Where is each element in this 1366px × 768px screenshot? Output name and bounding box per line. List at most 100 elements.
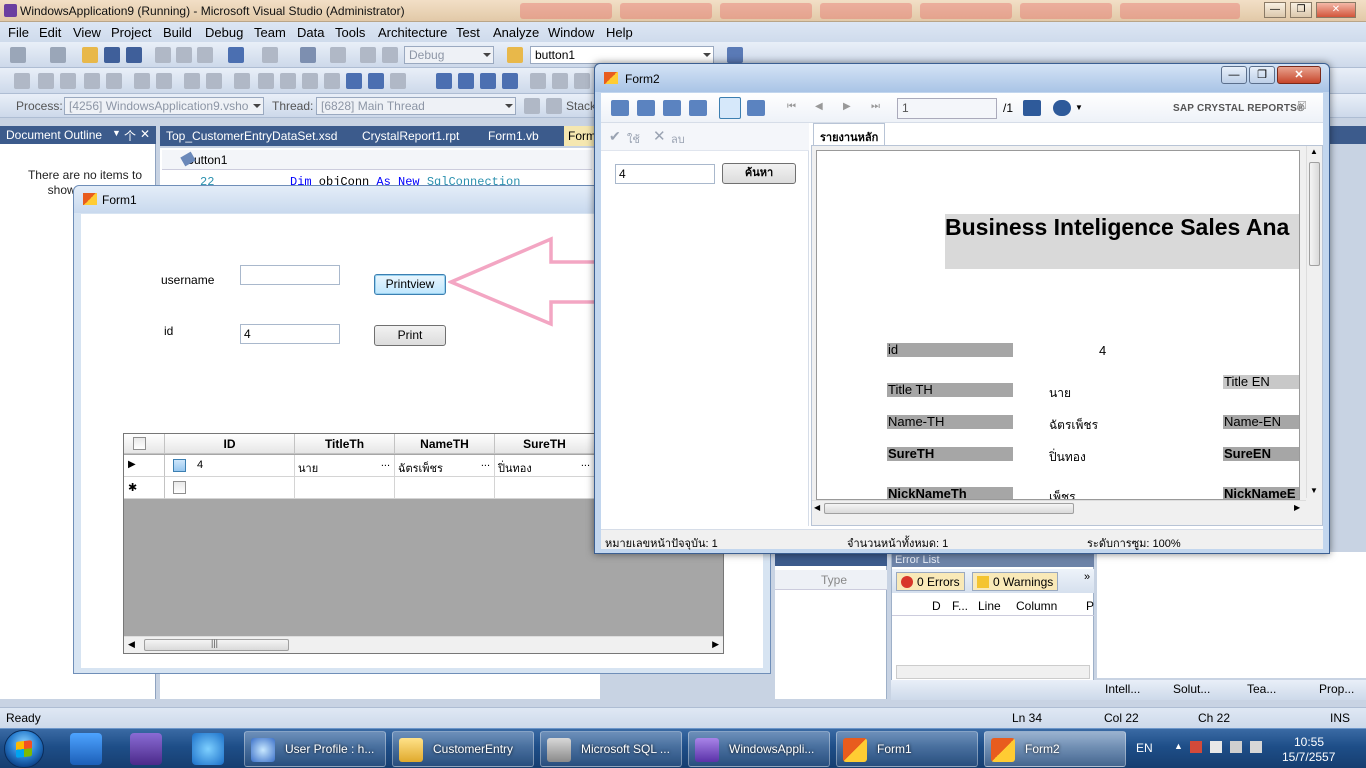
filter-icon[interactable] xyxy=(524,98,540,114)
menu-tools[interactable]: Tools xyxy=(335,25,365,40)
bookmark-icon[interactable] xyxy=(234,73,250,89)
minimize-button[interactable]: — xyxy=(1221,66,1247,84)
menu-file[interactable]: File xyxy=(8,25,29,40)
column-header-sureth[interactable]: SureTH xyxy=(495,434,595,454)
taskbar-item-windowsapplication[interactable]: WindowsAppli... xyxy=(688,731,830,767)
menu-view[interactable]: View xyxy=(73,25,101,40)
close-button[interactable]: ✕ xyxy=(1277,66,1321,84)
report-horizontal-scrollbar[interactable]: ◀ ▶ xyxy=(812,500,1306,516)
bookmark-doc-next-icon[interactable] xyxy=(368,73,384,89)
cell-id[interactable]: 4 xyxy=(197,459,203,471)
close-icon[interactable]: ☒ xyxy=(1297,99,1307,112)
show-hidden-icons-icon[interactable]: ▲ xyxy=(1174,741,1183,751)
page-number-input[interactable]: 1 xyxy=(897,98,997,119)
outdent-icon[interactable] xyxy=(134,73,150,89)
start-icon[interactable] xyxy=(360,47,376,63)
media-player-icon[interactable] xyxy=(70,733,102,765)
navigate-backward-icon[interactable] xyxy=(300,47,316,63)
find-text-icon[interactable] xyxy=(1023,100,1041,116)
find-combo[interactable]: button1 xyxy=(530,46,714,64)
scroll-thumb[interactable] xyxy=(1309,162,1320,266)
zoom-icon[interactable] xyxy=(1053,100,1071,116)
minimize-button[interactable]: — xyxy=(1264,2,1286,18)
delete-label[interactable]: ลบ xyxy=(671,130,685,148)
column-description[interactable]: D xyxy=(932,599,941,613)
column-header-titleth[interactable]: TitleTh xyxy=(295,434,395,454)
cell-titleth[interactable]: นาย... xyxy=(295,455,395,477)
taskbar-item-form1[interactable]: Form1 xyxy=(836,731,978,767)
column-project[interactable]: P xyxy=(1086,599,1094,613)
indent-icon[interactable] xyxy=(156,73,172,89)
id-field[interactable]: 4 xyxy=(240,324,340,344)
scroll-left-icon[interactable]: ◀ xyxy=(814,503,820,512)
report-vertical-scrollbar[interactable]: ▲ ▼ xyxy=(1306,146,1322,498)
find-in-files-icon[interactable] xyxy=(507,47,523,63)
chevron-down-icon[interactable]: ▼ xyxy=(1075,103,1083,112)
show-next-statement-icon[interactable] xyxy=(530,73,546,89)
parameter-field[interactable]: 4 xyxy=(615,164,715,184)
column-line[interactable]: Line xyxy=(978,599,1001,613)
navigate-forward-icon[interactable] xyxy=(330,47,346,63)
bookmark-next-icon[interactable] xyxy=(280,73,296,89)
paste-icon[interactable] xyxy=(197,47,213,63)
refresh-icon[interactable] xyxy=(663,100,681,116)
menu-help[interactable]: Help xyxy=(606,25,633,40)
form2-title-bar[interactable]: Form2 — ❐ ✕ xyxy=(595,64,1329,92)
print-icon[interactable] xyxy=(637,100,655,116)
group-tree-icon[interactable] xyxy=(747,100,765,116)
overflow-icon[interactable]: » xyxy=(1084,571,1090,583)
align-lefts-icon[interactable] xyxy=(14,73,30,89)
menu-build[interactable]: Build xyxy=(163,25,192,40)
uncomment-icon[interactable] xyxy=(206,73,222,89)
menu-window[interactable]: Window xyxy=(548,25,594,40)
printview-button[interactable]: Printview xyxy=(374,274,446,295)
save-icon[interactable] xyxy=(104,47,120,63)
bookmark-doc-prev-icon[interactable] xyxy=(346,73,362,89)
column-file[interactable]: F... xyxy=(952,599,968,613)
tab-solution-explorer[interactable]: Solut... xyxy=(1173,682,1210,696)
stop-debugging-icon[interactable] xyxy=(480,73,496,89)
tab-crystal-report[interactable]: CrystalReport1.rpt xyxy=(362,129,459,143)
add-item-icon[interactable] xyxy=(50,47,66,63)
parameter-panel-icon[interactable] xyxy=(719,97,741,119)
start-button[interactable] xyxy=(4,730,44,768)
menu-edit[interactable]: Edit xyxy=(39,25,61,40)
cell-sureth[interactable]: ปิ่นทอง... xyxy=(495,455,595,477)
tab-dataset-xsd[interactable]: Top_CustomerEntryDataSet.xsd xyxy=(166,129,337,143)
header-select-all[interactable] xyxy=(124,434,165,454)
taskbar-item-user-profile[interactable]: User Profile : h... xyxy=(244,731,386,767)
step-over-icon[interactable] xyxy=(574,73,590,89)
close-icon[interactable]: ✕ xyxy=(140,127,150,141)
new-row-checkbox[interactable] xyxy=(173,481,186,494)
column-column[interactable]: Column xyxy=(1016,599,1057,613)
tab-intellitrace[interactable]: Intell... xyxy=(1105,682,1140,696)
previous-page-icon[interactable]: ◀ xyxy=(815,101,823,112)
taskbar-item-customerentry[interactable]: CustomerEntry xyxy=(392,731,534,767)
error-list-scrollbar[interactable] xyxy=(896,665,1090,679)
action-center-icon[interactable] xyxy=(1190,741,1202,753)
new-project-icon[interactable] xyxy=(10,47,26,63)
restart-icon[interactable] xyxy=(502,73,518,89)
find-icon[interactable] xyxy=(382,47,398,63)
member-navigation-combo[interactable]: Button1 xyxy=(162,150,592,170)
new-cell-titleth[interactable] xyxy=(295,477,395,499)
taskbar-item-sql-server[interactable]: Microsoft SQL ... xyxy=(540,731,682,767)
menu-data[interactable]: Data xyxy=(297,25,324,40)
menu-project[interactable]: Project xyxy=(111,25,151,40)
solution-configuration-combo[interactable]: Debug xyxy=(404,46,494,64)
process-combo[interactable]: [4256] WindowsApplication9.vsho xyxy=(64,97,264,115)
menu-team[interactable]: Team xyxy=(254,25,286,40)
export-icon[interactable] xyxy=(611,100,629,116)
username-field[interactable] xyxy=(240,265,340,285)
continue-icon[interactable] xyxy=(436,73,452,89)
cell-nameth[interactable]: ฉัตรเพ็ชร... xyxy=(395,455,495,477)
pin-icon[interactable]: 个 xyxy=(124,127,136,144)
new-row[interactable]: ✱ xyxy=(124,477,165,499)
clear-bookmarks-icon[interactable] xyxy=(390,73,406,89)
check-icon[interactable]: ✔ xyxy=(609,128,621,145)
select-all-checkbox[interactable] xyxy=(133,437,146,450)
visual-studio-icon[interactable] xyxy=(130,733,162,765)
next-page-icon[interactable]: ▶ xyxy=(843,101,851,112)
maximize-button[interactable]: ❐ xyxy=(1290,2,1312,18)
cut-icon[interactable] xyxy=(155,47,171,63)
